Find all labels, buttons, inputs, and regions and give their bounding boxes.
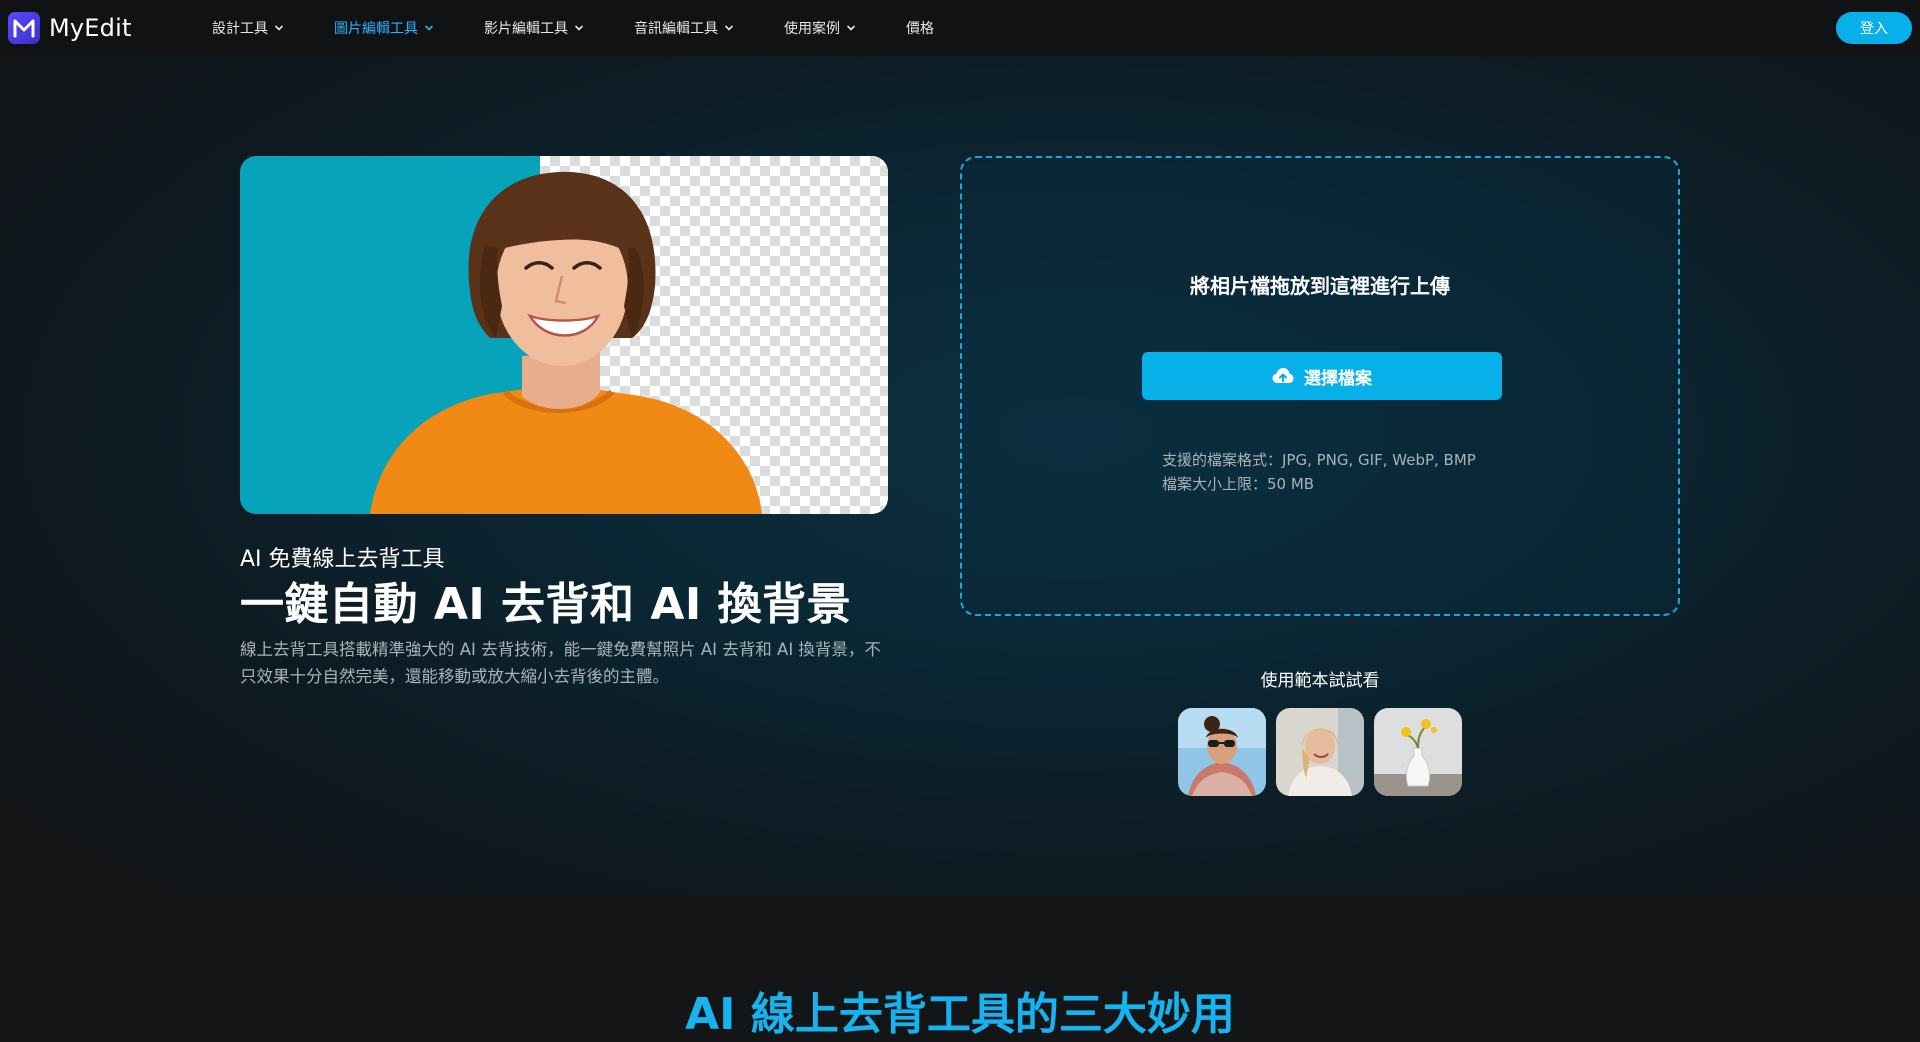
dropzone-instruction: 將相片檔拖放到這裡進行上傳 — [1190, 274, 1450, 298]
hero-before-after-image — [240, 156, 888, 514]
choose-file-button[interactable]: 選擇檔案 — [1142, 352, 1502, 400]
smiling-woman-illustration — [370, 171, 762, 514]
nav-pricing-label: 價格 — [906, 21, 934, 37]
sample-woman-sunglasses[interactable] — [1178, 708, 1266, 796]
features-title: AI 線上去背工具的三大妙用 — [685, 989, 1235, 1040]
main-nav: 設計工具 圖片編輯工具 影片編輯工具 音訊編輯工具 使用案例 價格 — [212, 0, 984, 56]
top-navbar: MyEdit 設計工具 圖片編輯工具 影片編輯工具 音訊編輯工具 使用案例 價格… — [0, 0, 1920, 56]
chevron-down-icon — [724, 25, 734, 31]
cloud-upload-icon — [1272, 368, 1294, 383]
nav-design-tools[interactable]: 設計工具 — [212, 18, 284, 38]
nav-image-tools[interactable]: 圖片編輯工具 — [334, 18, 434, 38]
nav-use-cases[interactable]: 使用案例 — [784, 18, 856, 38]
brand-name: MyEdit — [49, 14, 132, 42]
chevron-down-icon — [846, 25, 856, 31]
nav-video-tools-label: 影片編輯工具 — [484, 21, 568, 37]
brand-logo[interactable]: MyEdit — [8, 12, 132, 44]
upload-requirements: 支援的檔案格式：JPG, PNG, GIF, WebP, BMP 檔案大小上限：… — [1162, 448, 1476, 496]
sample-images — [1178, 708, 1462, 796]
choose-file-label: 選擇檔案 — [1304, 368, 1372, 388]
nav-audio-tools[interactable]: 音訊編輯工具 — [634, 18, 734, 38]
upload-dropzone[interactable]: 將相片檔拖放到這裡進行上傳 選擇檔案 支援的檔案格式：JPG, PNG, GIF… — [960, 156, 1680, 616]
chevron-down-icon — [274, 25, 284, 31]
chevron-down-icon — [574, 25, 584, 31]
hero-section: AI 免費線上去背工具 一鍵自動 AI 去背和 AI 換背景 線上去背工具搭載精… — [0, 56, 1920, 896]
nav-design-tools-label: 設計工具 — [212, 21, 268, 37]
nav-video-tools[interactable]: 影片編輯工具 — [484, 18, 584, 38]
file-size-limit: 檔案大小上限：50 MB — [1162, 475, 1315, 493]
supported-formats: 支援的檔案格式：JPG, PNG, GIF, WebP, BMP — [1162, 451, 1476, 469]
sample-woman-smiling[interactable] — [1276, 708, 1364, 796]
myedit-logo-icon — [8, 12, 40, 44]
nav-audio-tools-label: 音訊編輯工具 — [634, 21, 718, 37]
chevron-down-icon — [424, 25, 434, 31]
nav-use-cases-label: 使用案例 — [784, 21, 840, 37]
hero-description: 線上去背工具搭載精準強大的 AI 去背技術，能一鍵免費幫照片 AI 去背和 AI… — [240, 640, 881, 686]
nav-image-tools-label: 圖片編輯工具 — [334, 21, 418, 37]
features-section: AI 線上去背工具的三大妙用 — [0, 896, 1920, 1040]
nav-pricing[interactable]: 價格 — [906, 18, 934, 38]
login-button[interactable]: 登入 — [1836, 12, 1912, 44]
sample-title: 使用範本試試看 — [1260, 671, 1380, 691]
sample-flower-vase[interactable] — [1374, 708, 1462, 796]
hero-title: 一鍵自動 AI 去背和 AI 換背景 — [240, 579, 852, 630]
